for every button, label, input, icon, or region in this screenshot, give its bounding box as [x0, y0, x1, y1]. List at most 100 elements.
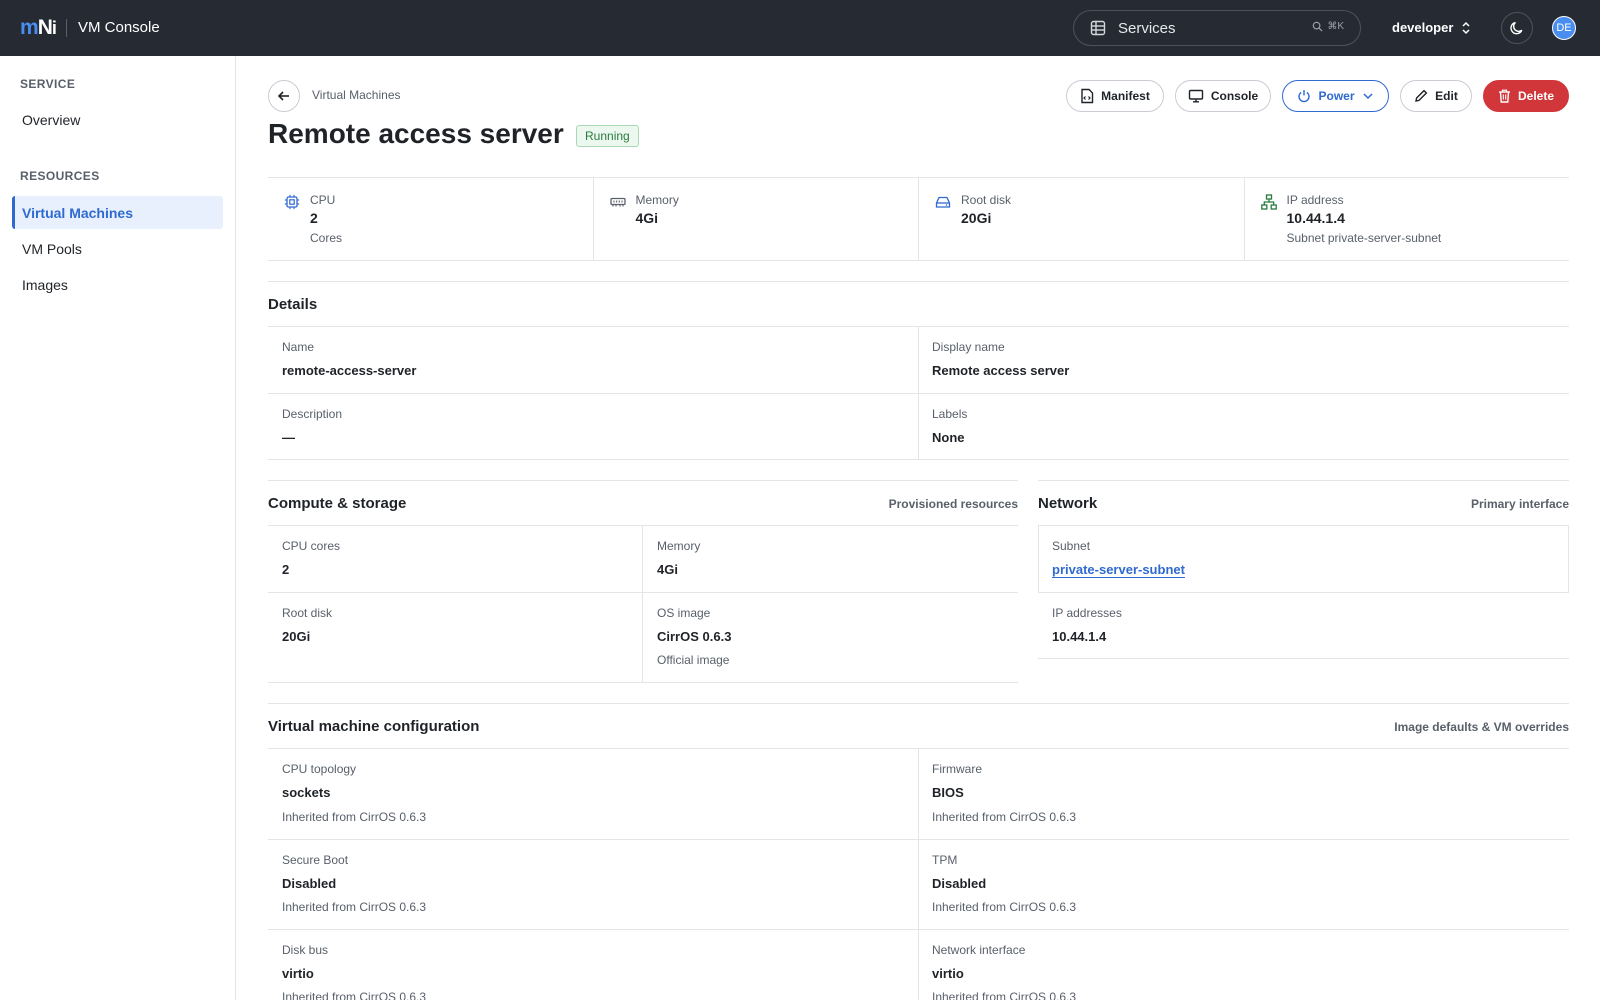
cpu-topology-value: sockets: [282, 785, 331, 800]
status-badge: Running: [576, 125, 639, 147]
summary-stats: CPU 2 Cores Memory 4Gi Root disk 20Gi IP…: [268, 177, 1569, 261]
display-name-value: Remote access server: [932, 363, 1070, 378]
secure-boot-sub: Inherited from CirrOS 0.6.3: [282, 900, 427, 914]
console-button[interactable]: Console: [1175, 80, 1271, 112]
root-disk-value: 20Gi: [282, 629, 311, 644]
delete-label: Delete: [1517, 89, 1555, 103]
delete-button[interactable]: Delete: [1483, 80, 1569, 112]
grid-icon: [1090, 20, 1106, 36]
power-menu-button[interactable]: Power: [1282, 80, 1389, 112]
power-icon: [1297, 89, 1311, 103]
disk-icon: [935, 194, 951, 210]
os-image-value: CirrOS 0.6.3: [657, 629, 732, 644]
pencil-icon: [1414, 89, 1428, 103]
file-code-icon: [1080, 88, 1094, 104]
breadcrumb[interactable]: Virtual Machines: [312, 88, 401, 102]
stat-root-disk: Root disk 20Gi: [919, 178, 1245, 260]
stat-cpu-value: 2: [310, 210, 318, 226]
services-search[interactable]: Services ⌘K: [1073, 10, 1361, 46]
manifest-label: Manifest: [1101, 89, 1150, 103]
top-bar: mNi VM Console Services ⌘K developer DE: [0, 0, 1600, 56]
sidebar-heading-service: SERVICE: [20, 77, 76, 91]
stat-ip-value: 10.44.1.4: [1286, 210, 1345, 226]
sidebar-item-virtual-machines[interactable]: Virtual Machines: [12, 196, 223, 229]
avatar[interactable]: DE: [1552, 16, 1576, 40]
namespace-selector[interactable]: developer: [1392, 20, 1471, 35]
config-aside: Image defaults & VM overrides: [1394, 720, 1569, 734]
divider: [268, 703, 1569, 704]
compute-aside: Provisioned resources: [888, 497, 1018, 511]
theme-toggle-button[interactable]: [1501, 12, 1533, 44]
divider: [268, 682, 1018, 683]
namespace-label: developer: [1392, 20, 1454, 35]
firmware-label: Firmware: [932, 762, 982, 776]
firmware-value: BIOS: [932, 785, 964, 800]
divider: [268, 525, 1018, 526]
search-icon: [1312, 21, 1323, 32]
root-disk-label: Root disk: [282, 606, 333, 620]
os-image-label: OS image: [657, 606, 711, 620]
name-label: Name: [282, 340, 315, 354]
shortcut-hint: ⌘K: [1312, 21, 1344, 32]
stat-memory-label: Memory: [635, 193, 679, 207]
memory-value: 4Gi: [657, 562, 678, 577]
network-icon: [1260, 194, 1277, 210]
stat-disk-label: Root disk: [961, 193, 1012, 207]
brand-logo[interactable]: mNi: [20, 16, 67, 39]
network-interface-sub: Inherited from CirrOS 0.6.3: [932, 990, 1077, 1000]
network-aside: Primary interface: [1470, 497, 1569, 511]
divider: [268, 480, 1018, 481]
ip-addresses-label: IP addresses: [1052, 606, 1122, 620]
disk-bus-value: virtio: [282, 966, 314, 981]
sidebar-item-vm-pools[interactable]: VM Pools: [12, 232, 223, 265]
divider: [1038, 658, 1569, 659]
subnet-label: Subnet: [1052, 539, 1091, 553]
secure-boot-label: Secure Boot: [282, 853, 349, 867]
app-title: VM Console: [78, 19, 160, 36]
stat-ip-label: IP address: [1286, 193, 1344, 207]
description-label: Description: [282, 407, 343, 421]
stat-cpu-label: CPU: [310, 193, 336, 207]
monitor-icon: [1188, 89, 1204, 103]
network-interface-value: virtio: [932, 966, 964, 981]
stat-disk-value: 20Gi: [961, 210, 992, 226]
manifest-button[interactable]: Manifest: [1066, 80, 1164, 112]
trash-icon: [1498, 89, 1511, 103]
os-image-sub: Official image: [657, 653, 730, 667]
subnet-link[interactable]: private-server-subnet: [1052, 562, 1185, 577]
stat-cpu: CPU 2 Cores: [268, 178, 594, 260]
sidebar-item-overview[interactable]: Overview: [12, 103, 223, 136]
divider: [1038, 480, 1569, 481]
stat-cpu-sub: Cores: [310, 231, 343, 245]
name-value: remote-access-server: [282, 363, 417, 378]
ip-addresses-value: 10.44.1.4: [1052, 629, 1107, 644]
subnet-box: [1038, 525, 1569, 593]
memory-label: Memory: [657, 539, 701, 553]
edit-button[interactable]: Edit: [1400, 80, 1472, 112]
services-label: Services: [1118, 19, 1176, 37]
config-title: Virtual machine configuration: [268, 718, 480, 735]
moon-icon: [1509, 20, 1525, 36]
labels-value: None: [932, 430, 965, 445]
chevron-up-down-icon: [1461, 21, 1471, 35]
cpu-topology-label: CPU topology: [282, 762, 357, 776]
display-name-label: Display name: [932, 340, 1005, 354]
divider: [268, 929, 1569, 930]
console-label: Console: [1210, 89, 1259, 103]
memory-icon: [609, 194, 626, 210]
divider: [642, 525, 643, 682]
cpu-cores-label: CPU cores: [282, 539, 341, 553]
secure-boot-value: Disabled: [282, 876, 337, 891]
cpu-icon: [284, 194, 300, 210]
labels-label: Labels: [932, 407, 968, 421]
back-button[interactable]: [268, 80, 300, 112]
network-title: Network: [1038, 495, 1098, 512]
tpm-sub: Inherited from CirrOS 0.6.3: [932, 900, 1077, 914]
sidebar-item-images[interactable]: Images: [12, 268, 223, 301]
shortcut-text: ⌘K: [1327, 21, 1344, 32]
power-label: Power: [1318, 89, 1355, 103]
tpm-label: TPM: [932, 853, 958, 867]
divider: [268, 393, 1569, 394]
divider: [268, 592, 1018, 593]
compute-title: Compute & storage: [268, 495, 407, 512]
